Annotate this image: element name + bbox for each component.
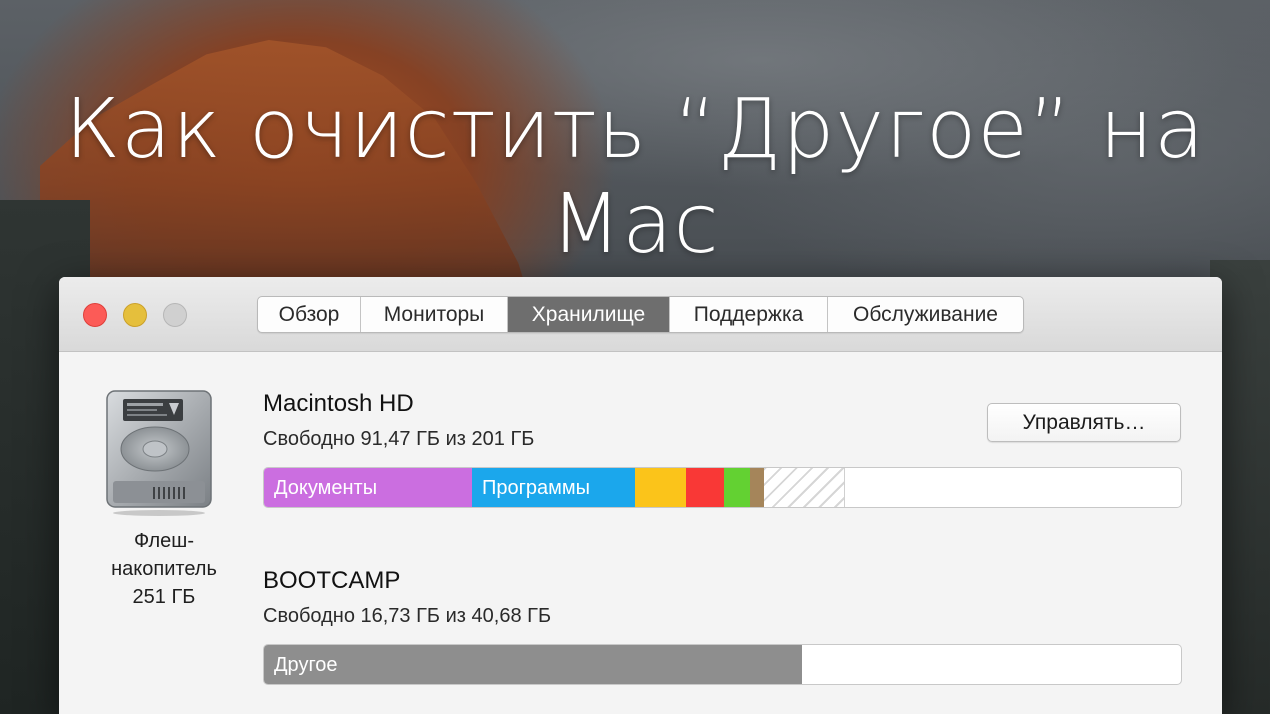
storage-usage-bar: Документы Программы — [263, 467, 1182, 508]
volume-free-space: Свободно 16,73 ГБ из 40,68 ГБ — [263, 605, 552, 627]
zoom-button[interactable] — [163, 303, 187, 327]
storage-segment-1: Документы — [264, 468, 472, 507]
close-button[interactable] — [83, 303, 107, 327]
minimize-button[interactable] — [123, 303, 147, 327]
storage-segment — [686, 468, 724, 507]
tab-displays[interactable]: Мониторы — [361, 297, 508, 332]
tab-service[interactable]: Обслуживание — [828, 297, 1023, 332]
hard-drive-icon — [106, 390, 212, 516]
tab-support[interactable]: Поддержка — [670, 297, 828, 332]
tab-bar: Обзор Мониторы Хранилище Поддержка Обслу… — [257, 296, 1024, 333]
about-this-mac-window: Обзор Мониторы Хранилище Поддержка Обслу… — [59, 277, 1222, 714]
storage-segment — [724, 468, 750, 507]
window-titlebar: Обзор Мониторы Хранилище Поддержка Обслу… — [59, 277, 1222, 352]
volume-free-space: Свободно 91,47 ГБ из 201 ГБ — [263, 428, 535, 450]
manage-button[interactable]: Управлять… — [987, 403, 1181, 442]
drive-caption-line2: накопитель — [111, 558, 217, 580]
storage-segment-1: Другое — [264, 645, 802, 684]
storage-usage-bar: Другое — [263, 644, 1182, 685]
tab-overview[interactable]: Обзор — [258, 297, 361, 332]
drive-caption-line3: 251 ГБ — [132, 586, 196, 608]
drive-caption: Флеш- накопитель 251 ГБ — [89, 527, 239, 611]
drive-caption-line1: Флеш- — [133, 530, 195, 552]
tab-storage[interactable]: Хранилище — [508, 297, 670, 332]
storage-segment — [764, 468, 845, 507]
volume-name: Macintosh HD — [263, 390, 414, 417]
storage-segment — [635, 468, 686, 507]
headline-title: Как очистить “Другое” на Mac — [64, 82, 1206, 272]
volume-name: BOOTCAMP — [263, 567, 401, 594]
storage-segment — [750, 468, 764, 507]
storage-segment-2: Программы — [472, 468, 635, 507]
